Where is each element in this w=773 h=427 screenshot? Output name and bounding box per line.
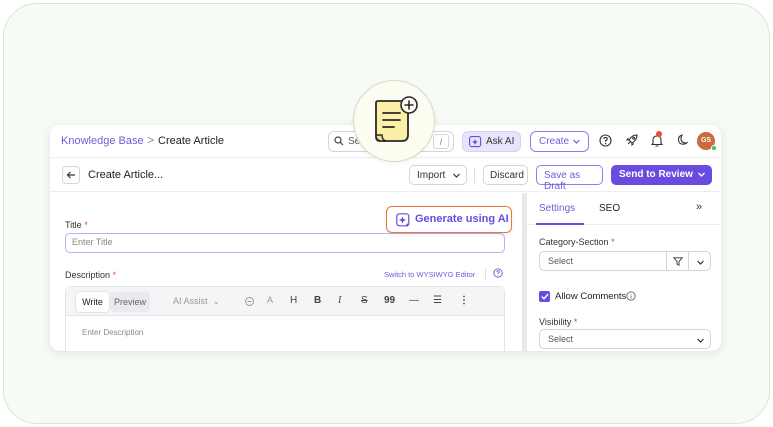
- tab-seo[interactable]: SEO: [599, 203, 620, 214]
- tab-settings[interactable]: Settings: [539, 203, 575, 214]
- import-button[interactable]: Import: [409, 165, 467, 185]
- settings-panel: Settings SEO » Category-Section * Select…: [527, 193, 721, 351]
- arrow-left-icon: [66, 171, 75, 179]
- ai-sparkle-icon: [396, 213, 410, 227]
- switch-wysiwyg-link[interactable]: Switch to WYSIWYG Editor: [384, 270, 475, 279]
- title-field[interactable]: [65, 233, 505, 253]
- editor-toolbar: Write Preview AI Assist ⌄ A H B I S 99 —…: [66, 287, 504, 316]
- bold-icon[interactable]: B: [314, 295, 321, 306]
- rocket-icon[interactable]: [625, 134, 638, 147]
- title-input[interactable]: [72, 237, 492, 247]
- send-to-review-button[interactable]: Send to Review: [611, 165, 712, 185]
- chevron-down-icon: [697, 338, 704, 343]
- description-placeholder[interactable]: Enter Description: [82, 328, 143, 337]
- new-document-illustration: [353, 80, 435, 162]
- divider: [666, 252, 667, 270]
- help-icon[interactable]: [599, 134, 612, 147]
- title-label: Title *: [65, 220, 88, 230]
- chevron-down-icon[interactable]: [696, 258, 705, 267]
- filter-icon[interactable]: [673, 257, 683, 266]
- description-editor: Write Preview AI Assist ⌄ A H B I S 99 —…: [65, 286, 505, 351]
- moon-icon[interactable]: [676, 134, 688, 147]
- category-value: Select: [548, 256, 574, 266]
- generate-using-ai-label: Generate using AI: [415, 213, 509, 225]
- import-label: Import: [417, 170, 446, 181]
- chevron-down-icon: [698, 172, 705, 177]
- allow-comments-label: Allow Comments: [555, 291, 627, 302]
- create-label: Create: [539, 136, 570, 147]
- discard-button[interactable]: Discard: [483, 165, 528, 185]
- help-icon[interactable]: [493, 268, 503, 278]
- save-draft-button[interactable]: Save as Draft: [536, 165, 603, 192]
- list-icon[interactable]: ☰: [433, 295, 442, 306]
- panel-tabs: Settings SEO »: [527, 193, 721, 225]
- save-draft-label: Save as Draft: [544, 170, 581, 192]
- breadcrumb-knowledge-base[interactable]: Knowledge Base: [61, 135, 144, 147]
- notification-dot: [656, 131, 662, 137]
- avatar[interactable]: GS: [697, 132, 717, 151]
- ask-ai-button[interactable]: Ask AI: [462, 131, 521, 152]
- breadcrumb-separator: >: [147, 133, 155, 147]
- divider: [485, 268, 486, 279]
- horizontal-rule-icon[interactable]: —: [409, 295, 419, 306]
- avatar-initials: GS: [700, 137, 712, 144]
- chevron-down-icon: [453, 173, 460, 178]
- checkmark-icon: [540, 293, 549, 300]
- generate-using-ai-button[interactable]: Generate using AI: [386, 206, 512, 233]
- ai-assist-dropdown[interactable]: AI Assist ⌄: [173, 296, 220, 307]
- search-icon: [334, 136, 344, 146]
- tab-preview[interactable]: Preview: [110, 292, 150, 312]
- description-label: Description *: [65, 270, 117, 280]
- quote-icon[interactable]: 99: [384, 295, 395, 306]
- chevron-down-icon: [573, 139, 580, 144]
- page-title: Create Article...: [88, 169, 164, 181]
- discard-label: Discard: [490, 170, 524, 181]
- ask-ai-label: Ask AI: [486, 136, 515, 147]
- ai-sparkle-icon: [469, 136, 482, 148]
- text-color-icon[interactable]: A: [267, 295, 273, 305]
- create-button[interactable]: Create: [530, 131, 589, 152]
- category-select[interactable]: Select: [539, 251, 711, 271]
- more-options-icon[interactable]: ⋮: [459, 295, 469, 306]
- action-bar: Create Article... Import Discard Save as…: [50, 159, 721, 192]
- visibility-value: Select: [548, 334, 574, 344]
- document-add-icon: [375, 96, 418, 142]
- online-status-dot: [711, 145, 717, 151]
- italic-icon[interactable]: I: [338, 295, 341, 306]
- collapse-panel-icon[interactable]: »: [696, 201, 702, 213]
- strikethrough-icon[interactable]: S: [361, 295, 368, 306]
- category-section-label: Category-Section *: [539, 237, 615, 247]
- search-shortcut: /: [433, 134, 449, 149]
- divider: [474, 167, 475, 183]
- send-to-review-label: Send to Review: [619, 169, 693, 180]
- visibility-select[interactable]: Select: [539, 329, 711, 349]
- breadcrumb-current: Create Article: [158, 135, 225, 147]
- divider: [688, 252, 689, 270]
- tab-write[interactable]: Write: [76, 292, 109, 312]
- heading-icon[interactable]: H: [290, 295, 297, 306]
- info-icon[interactable]: [626, 291, 636, 301]
- allow-comments-checkbox[interactable]: [539, 291, 550, 302]
- visibility-label: Visibility *: [539, 317, 578, 327]
- active-tab-indicator: [536, 223, 584, 225]
- back-button[interactable]: [62, 166, 80, 184]
- sparkle-icon[interactable]: [244, 296, 255, 307]
